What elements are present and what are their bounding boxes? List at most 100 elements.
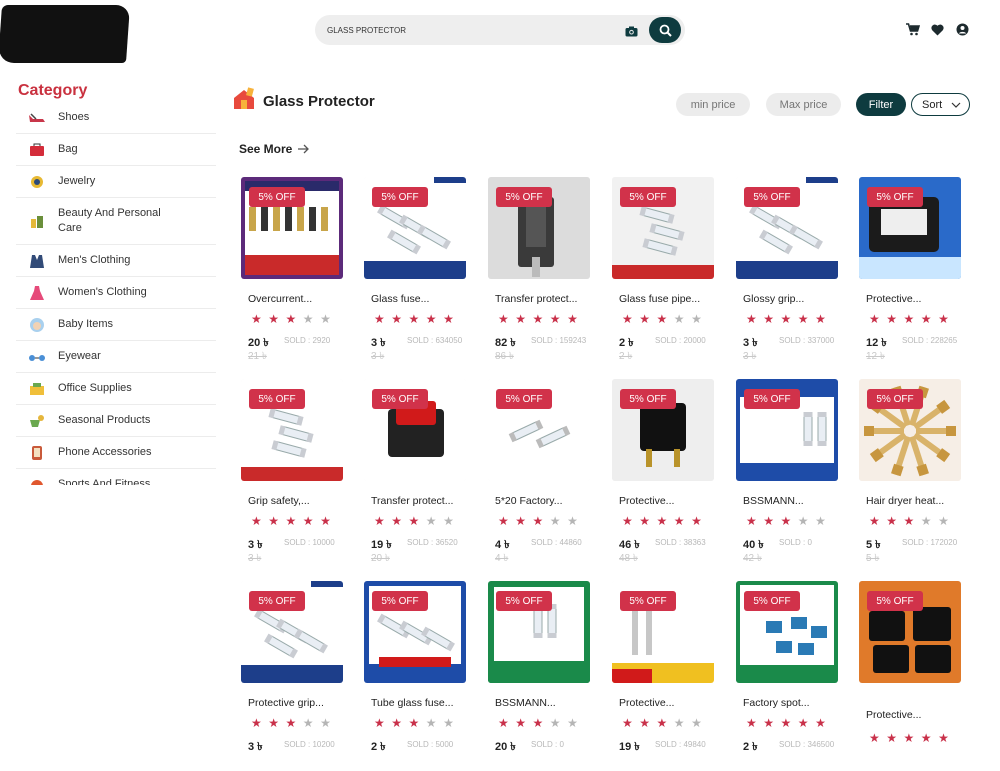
min-price-input[interactable] bbox=[676, 93, 750, 116]
product-name[interactable]: Protective grip... bbox=[248, 697, 340, 709]
product-name[interactable]: Transfer protect... bbox=[371, 495, 463, 507]
product-name[interactable]: Protective... bbox=[619, 697, 711, 709]
product-image[interactable]: 5% OFF bbox=[364, 177, 466, 279]
sidebar-item-seasonal-products[interactable]: Seasonal Products bbox=[16, 405, 216, 437]
product-image[interactable]: 5% OFF bbox=[241, 379, 343, 481]
sidebar-item-jewelry[interactable]: Jewelry bbox=[16, 166, 216, 198]
product-card[interactable]: 5% OFF Protective grip... ★ ★ ★ ★ ★ 3 ৳ SOLD : 1… bbox=[240, 581, 344, 771]
sidebar-item-shoes[interactable]: Shoes bbox=[16, 102, 216, 134]
star-icon: ★ bbox=[425, 312, 437, 326]
product-card[interactable]: 5% OFF Transfer protect... ★ ★ ★ ★ ★ 19 ৳ SOLD :… bbox=[363, 379, 467, 569]
brand-logo[interactable] bbox=[0, 5, 131, 63]
camera-icon[interactable] bbox=[625, 24, 638, 42]
sidebar-item-phone-accessories[interactable]: Phone Accessories bbox=[16, 437, 216, 469]
product-name[interactable]: Tube glass fuse... bbox=[371, 697, 463, 709]
product-image[interactable]: 5% OFF bbox=[612, 379, 714, 481]
product-name[interactable]: Protective... bbox=[619, 495, 711, 507]
product-name[interactable]: Protective... bbox=[866, 709, 958, 721]
sidebar-item-label: Office Supplies bbox=[58, 382, 132, 394]
product-card[interactable]: 5% OFF Glass fuse... ★ ★ ★ ★ ★ 3 ৳ SOLD : 634050… bbox=[363, 177, 467, 367]
product-card[interactable]: 5% OFF Tube glass fuse... ★ ★ ★ ★ ★ 2 ৳ SOLD : 5… bbox=[363, 581, 467, 771]
original-price: 21 ৳ bbox=[248, 351, 267, 362]
product-name[interactable]: Grip safety,... bbox=[248, 495, 340, 507]
heart-icon[interactable] bbox=[930, 22, 945, 37]
star-icon: ★ bbox=[869, 312, 880, 326]
eyewear-icon bbox=[28, 350, 46, 364]
search-button[interactable] bbox=[649, 17, 681, 43]
product-image[interactable]: 5% OFF bbox=[612, 581, 714, 683]
product-card[interactable]: 5% OFF Glossy grip... ★ ★ ★ ★ ★ 3 ৳ SOLD : 33700… bbox=[735, 177, 839, 367]
see-more-link[interactable]: See More bbox=[239, 142, 310, 156]
sidebar-item-men-s-clothing[interactable]: Men's Clothing bbox=[16, 245, 216, 277]
filter-button[interactable]: Filter bbox=[856, 93, 906, 116]
sort-dropdown[interactable]: Sort bbox=[911, 93, 970, 116]
product-image[interactable]: 5% OFF bbox=[488, 581, 590, 683]
product-card[interactable]: 5% OFF Protective... ★ ★ ★ ★ ★ 12 ৳ SOLD : 22826… bbox=[858, 177, 962, 367]
product-card[interactable]: 5% OFF BSSMANN... ★ ★ ★ ★ ★ 20 ৳ SOLD : 0 bbox=[487, 581, 591, 771]
product-card[interactable]: 5% OFF BSSMANN... ★ ★ ★ ★ ★ 40 ৳ SOLD : 0 42 ৳ bbox=[735, 379, 839, 569]
product-image[interactable]: 5% OFF bbox=[364, 379, 466, 481]
product-card[interactable]: 5% OFF Overcurrent... ★ ★ ★ ★ ★ 20 ৳ SOLD : 2920… bbox=[240, 177, 344, 367]
product-image[interactable]: 5% OFF bbox=[364, 581, 466, 683]
cart-icon[interactable] bbox=[905, 22, 920, 37]
product-image[interactable]: 5% OFF bbox=[488, 379, 590, 481]
product-card[interactable]: 5% OFF Protective... ★ ★ ★ ★ ★ 19 ৳ SOLD : 49840 bbox=[611, 581, 715, 771]
product-image[interactable]: 5% OFF bbox=[859, 581, 961, 683]
product-name[interactable]: Glossy grip... bbox=[743, 293, 835, 305]
product-image[interactable]: 5% OFF bbox=[241, 177, 343, 279]
sold-count: SOLD : 20000 bbox=[655, 336, 706, 345]
product-card[interactable]: 5% OFF Protective... ★ ★ ★ ★ ★ 46 ৳ SOLD : 38363… bbox=[611, 379, 715, 569]
star-icon: ★ bbox=[780, 514, 792, 528]
product-image[interactable]: 5% OFF bbox=[736, 581, 838, 683]
star-icon: ★ bbox=[391, 514, 403, 528]
product-name[interactable]: Glass fuse... bbox=[371, 293, 463, 305]
product-card[interactable]: 5% OFF 5*20 Factory... ★ ★ ★ ★ ★ 4 ৳ SOLD : 4486… bbox=[487, 379, 591, 569]
sidebar-item-sports-and-fitness[interactable]: Sports And Fitness bbox=[16, 469, 216, 485]
product-name[interactable]: BSSMANN... bbox=[743, 495, 835, 507]
product-name[interactable]: Transfer protect... bbox=[495, 293, 587, 305]
star-icon: ★ bbox=[251, 514, 262, 528]
star-icon: ★ bbox=[549, 716, 561, 730]
sidebar-item-eyewear[interactable]: Eyewear bbox=[16, 341, 216, 373]
product-card[interactable]: 5% OFF Hair dryer heat... ★ ★ ★ ★ ★ 5 ৳ SOLD : 1… bbox=[858, 379, 962, 569]
star-icon: ★ bbox=[938, 514, 949, 528]
star-icon: ★ bbox=[498, 312, 509, 326]
product-card[interactable]: 5% OFF Glass fuse pipe... ★ ★ ★ ★ ★ 2 ৳ SOLD : 2… bbox=[611, 177, 715, 367]
product-card[interactable]: 5% OFF Transfer protect... ★ ★ ★ ★ ★ 82 ৳ SOLD :… bbox=[487, 177, 591, 367]
sidebar-item-baby-items[interactable]: Baby Items bbox=[16, 309, 216, 341]
star-icon: ★ bbox=[251, 312, 262, 326]
product-image[interactable]: 5% OFF bbox=[736, 177, 838, 279]
search-input[interactable] bbox=[327, 15, 617, 45]
star-icon: ★ bbox=[567, 514, 578, 528]
product-name[interactable]: Protective... bbox=[866, 293, 958, 305]
product-card[interactable]: 5% OFF Grip safety,... ★ ★ ★ ★ ★ 3 ৳ SOLD : 1000… bbox=[240, 379, 344, 569]
product-image[interactable]: 5% OFF bbox=[488, 177, 590, 279]
product-card[interactable]: 5% OFF Factory spot... ★ ★ ★ ★ ★ 2 ৳ SOLD : 3465… bbox=[735, 581, 839, 771]
product-image[interactable]: 5% OFF bbox=[859, 177, 961, 279]
max-price-input[interactable] bbox=[766, 93, 841, 116]
star-icon: ★ bbox=[302, 312, 314, 326]
discount-badge: 5% OFF bbox=[867, 187, 923, 207]
sold-count: SOLD : 0 bbox=[531, 740, 564, 749]
original-price: 42 ৳ bbox=[743, 553, 762, 564]
product-card[interactable]: 5% OFF Protective... ★ ★ ★ ★ ★ bbox=[858, 581, 962, 771]
product-name[interactable]: BSSMANN... bbox=[495, 697, 587, 709]
account-icon[interactable] bbox=[955, 22, 970, 37]
star-icon: ★ bbox=[391, 716, 403, 730]
sidebar-item-beauty-and-personal-care[interactable]: Beauty And Personal Care bbox=[16, 198, 216, 245]
star-icon: ★ bbox=[639, 514, 651, 528]
sidebar-item-women-s-clothing[interactable]: Women's Clothing bbox=[16, 277, 216, 309]
product-image[interactable]: 5% OFF bbox=[612, 177, 714, 279]
sidebar-item-office-supplies[interactable]: Office Supplies bbox=[16, 373, 216, 405]
product-image[interactable]: 5% OFF bbox=[241, 581, 343, 683]
sold-count: SOLD : 172020 bbox=[902, 538, 958, 547]
product-name[interactable]: Glass fuse pipe... bbox=[619, 293, 711, 305]
sidebar-item-bag[interactable]: Bag bbox=[16, 134, 216, 166]
page-heading: Glass Protector bbox=[232, 87, 375, 116]
product-name[interactable]: 5*20 Factory... bbox=[495, 495, 587, 507]
product-name[interactable]: Overcurrent... bbox=[248, 293, 340, 305]
product-image[interactable]: 5% OFF bbox=[859, 379, 961, 481]
product-image[interactable]: 5% OFF bbox=[736, 379, 838, 481]
product-name[interactable]: Factory spot... bbox=[743, 697, 835, 709]
product-name[interactable]: Hair dryer heat... bbox=[866, 495, 958, 507]
